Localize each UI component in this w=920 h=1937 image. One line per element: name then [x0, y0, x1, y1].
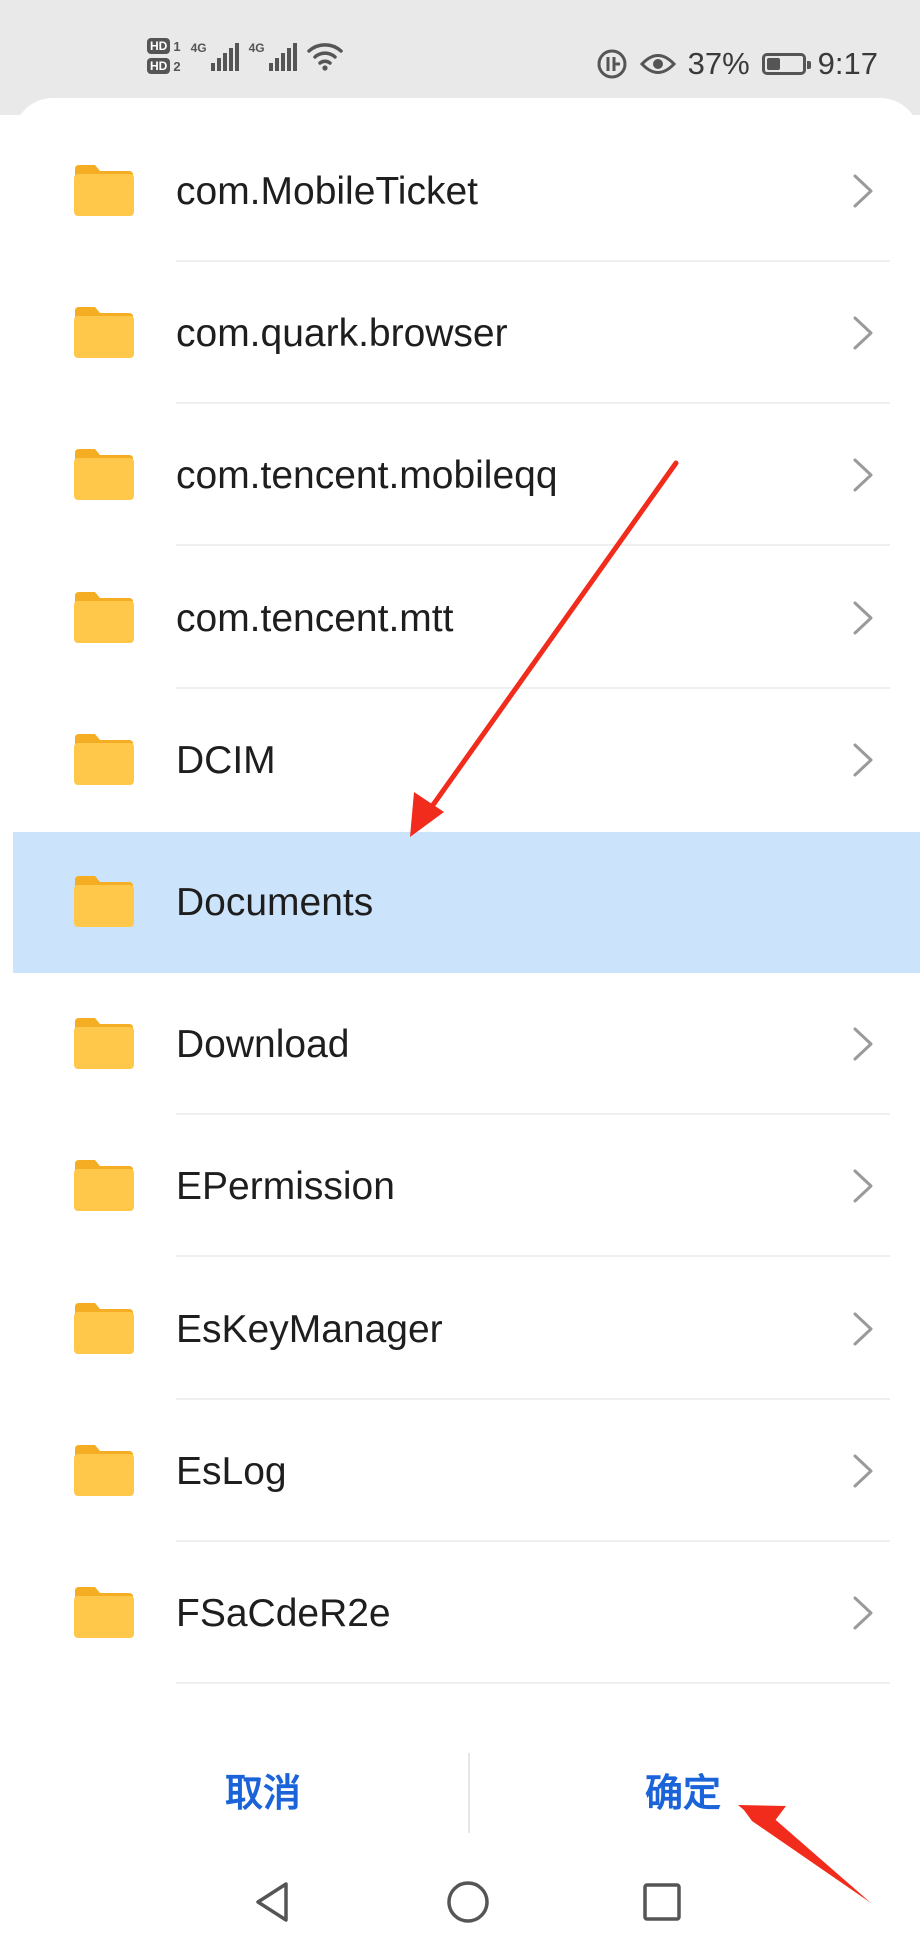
folder-row[interactable]: com.quark.browser [13, 263, 920, 405]
folder-row[interactable]: EPermission [13, 1116, 920, 1258]
battery-icon [761, 53, 811, 75]
home-circle-icon[interactable] [446, 1880, 490, 1924]
sim2-hd-badge: HD [147, 58, 171, 74]
chevron-right-icon [853, 1027, 873, 1061]
folder-icon [74, 1302, 134, 1354]
row-divider [176, 1539, 890, 1542]
folder-name: EsLog [176, 1449, 287, 1493]
folder-name: EsKeyManager [176, 1307, 443, 1351]
battery-level-fill [766, 58, 780, 70]
folder-row[interactable]: EsLog [13, 1401, 920, 1542]
chevron-right-icon [853, 1596, 873, 1630]
folder-name: EPermission [176, 1165, 395, 1209]
folder-picker-sheet: com.MobileTicket com.quark.browser com.ten… [13, 98, 920, 1937]
chevron-right-icon [853, 1454, 873, 1488]
sim1-number: 1 [173, 38, 181, 54]
chevron-right-icon [853, 743, 873, 777]
chevron-right-icon [853, 316, 873, 350]
row-divider [176, 1255, 890, 1258]
sim-indicators: HD 1 HD 2 [147, 38, 181, 74]
folder-row[interactable]: FSaCdeR2e [13, 1543, 920, 1684]
signal-icon-2: 4G [249, 41, 297, 71]
dialog-buttons: 取消 确定 [13, 1738, 920, 1848]
sim2-indicator: HD 2 [147, 58, 181, 74]
folder-row[interactable]: com.MobileTicket [13, 121, 920, 262]
back-triangle-icon[interactable] [252, 1880, 292, 1924]
folder-row[interactable]: EsKeyManager [13, 1259, 920, 1400]
chevron-right-icon [853, 174, 873, 208]
folder-row[interactable]: HCE_CCB [13, 1685, 920, 1718]
chevron-right-icon [853, 1169, 873, 1203]
button-divider [468, 1753, 470, 1833]
sim1-hd-badge: HD [147, 38, 171, 54]
folder-row[interactable]: com.tencent.mtt [13, 548, 920, 689]
network-type-2: 4G [248, 41, 265, 55]
eye-comfort-icon [639, 54, 676, 74]
row-divider [176, 1682, 890, 1684]
folder-icon [74, 1018, 134, 1070]
folder-row[interactable]: Documents [13, 832, 920, 973]
cancel-button[interactable]: 取消 [73, 1738, 453, 1848]
confirm-button[interactable]: 确定 [493, 1738, 873, 1848]
folder-icon [74, 307, 134, 359]
row-divider [176, 686, 890, 689]
battery-percent: 37% [687, 46, 750, 81]
folder-name: HCE_CCB [176, 1685, 362, 1718]
folder-name: com.quark.browser [176, 312, 508, 356]
folder-icon [74, 1587, 134, 1638]
folder-icon [74, 449, 134, 501]
network-type-1: 4G [190, 41, 207, 55]
folder-name: Download [176, 1023, 350, 1067]
chevron-right-icon [853, 1312, 873, 1346]
folder-name: DCIM [176, 738, 276, 782]
folder-name: com.tencent.mobileqq [176, 454, 558, 498]
folder-list[interactable]: com.MobileTicket com.quark.browser com.ten… [13, 98, 920, 1718]
chevron-right-icon [853, 458, 873, 492]
data-saver-icon [597, 49, 627, 79]
folder-icon [74, 591, 134, 643]
navigation-bar [0, 1860, 920, 1937]
folder-icon [74, 733, 134, 785]
wifi-icon [306, 43, 343, 71]
folder-name: Documents [176, 881, 374, 924]
row-divider [176, 260, 890, 262]
folder-row[interactable]: Download [13, 974, 920, 1116]
folder-row[interactable]: DCIM [13, 690, 920, 831]
row-divider [176, 1113, 890, 1116]
folder-name: com.tencent.mtt [176, 596, 454, 640]
folder-name: com.MobileTicket [176, 170, 478, 213]
folder-row[interactable]: com.tencent.mobileqq [13, 405, 920, 547]
signal-icon-1: 4G [191, 41, 239, 71]
status-bar-right: 37% 9:17 [596, 46, 878, 82]
sim1-indicator: HD 1 [147, 38, 181, 54]
row-divider [176, 544, 890, 547]
folder-icon [74, 1444, 134, 1496]
folder-name: FSaCdeR2e [176, 1592, 391, 1635]
sim2-number: 2 [173, 58, 181, 74]
recents-square-icon[interactable] [642, 1880, 682, 1924]
folder-icon [74, 165, 134, 216]
chevron-right-icon [853, 601, 873, 635]
folder-icon [74, 1160, 134, 1212]
clock: 9:17 [817, 46, 878, 81]
status-bar-left: HD 1 HD 2 4G 4G [147, 38, 343, 74]
row-divider [176, 402, 890, 405]
row-divider [176, 1397, 890, 1400]
folder-icon [74, 876, 134, 927]
